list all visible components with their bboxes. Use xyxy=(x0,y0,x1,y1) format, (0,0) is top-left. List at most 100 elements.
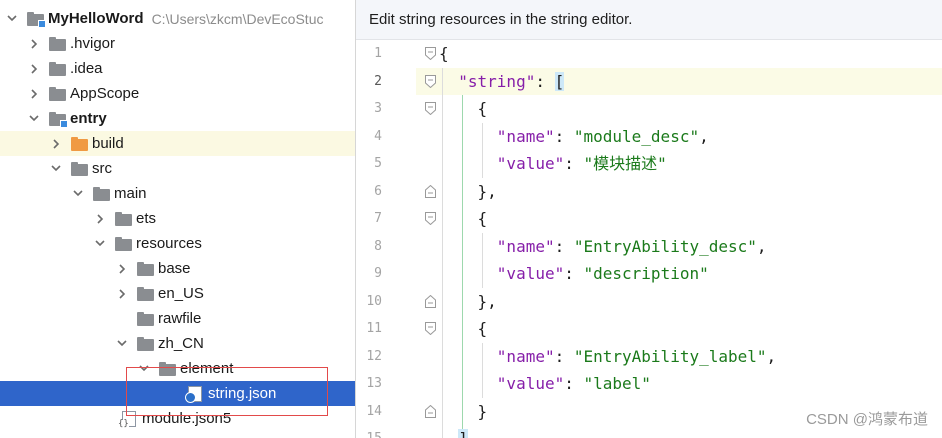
json-brace: { xyxy=(477,209,488,228)
tree-item-appscope[interactable]: AppScope xyxy=(0,81,355,106)
chevron-down-icon[interactable] xyxy=(138,363,150,375)
fold-close-icon[interactable] xyxy=(425,184,436,198)
json-brace: }, xyxy=(477,181,497,201)
code-line-14: } xyxy=(439,398,488,426)
tree-item-zh-cn[interactable]: zh_CN xyxy=(0,331,355,356)
line-number: 8 xyxy=(374,238,382,254)
chevron-down-icon[interactable] xyxy=(72,188,84,200)
line-number: 3 xyxy=(374,101,382,116)
code-editor[interactable]: 1 2 3 4 5 6 7 8 9 10 11 12 13 14 15 { "s… xyxy=(356,40,942,438)
module-folder-icon xyxy=(27,11,46,28)
code-line-15: ] xyxy=(439,425,468,438)
json-colon: : xyxy=(564,154,584,173)
line-number: 7 xyxy=(374,211,382,226)
json-key: "name" xyxy=(496,236,555,256)
json-string: "module_desc" xyxy=(573,126,700,146)
chevron-right-icon[interactable] xyxy=(28,88,40,100)
excluded-folder-icon xyxy=(71,136,88,151)
fold-open-icon[interactable] xyxy=(425,212,436,225)
line-number: 1 xyxy=(374,46,382,61)
tree-item-string-json[interactable]: string.json xyxy=(0,381,355,406)
json-string: "EntryAbility_desc" xyxy=(573,236,757,256)
tree-item-label: .hvigor xyxy=(70,35,116,52)
tree-item-label: entry xyxy=(70,110,107,127)
banner-text: Edit string resources in the string edit… xyxy=(369,11,633,28)
line-number: 10 xyxy=(366,293,382,309)
tree-item-label: resources xyxy=(136,235,202,252)
line-number: 14 xyxy=(366,403,382,419)
json-bracket: ] xyxy=(458,429,468,438)
chevron-right-icon[interactable] xyxy=(28,38,40,50)
folder-icon xyxy=(71,161,88,176)
json-string: "description" xyxy=(583,264,709,283)
fold-close-icon[interactable] xyxy=(425,404,436,418)
tree-item-label: base xyxy=(158,260,191,277)
tree-item-src[interactable]: src xyxy=(0,156,355,181)
tree-item-resources[interactable]: resources xyxy=(0,231,355,256)
tree-item-ets[interactable]: ets xyxy=(0,206,355,231)
json-brace: }, xyxy=(477,291,497,311)
tree-item-label: module.json5 xyxy=(142,410,232,427)
folder-icon xyxy=(115,236,132,251)
tree-item-rawfile[interactable]: rawfile xyxy=(0,306,355,331)
tree-item-label: ets xyxy=(136,210,157,227)
line-number: 13 xyxy=(366,376,382,391)
tree-item-idea[interactable]: .idea xyxy=(0,56,355,81)
chevron-right-icon[interactable] xyxy=(28,63,40,75)
line-number: 6 xyxy=(374,183,382,199)
code-line-9: "value": "description" xyxy=(439,260,709,288)
chevron-down-icon[interactable] xyxy=(28,113,40,125)
json-key: "name" xyxy=(496,126,555,146)
folder-icon xyxy=(49,36,66,51)
json-brace: { xyxy=(477,319,488,338)
module-folder-icon xyxy=(49,111,68,128)
code-line-4: "name": "module_desc", xyxy=(439,123,709,151)
chevron-right-icon[interactable] xyxy=(116,263,128,275)
tree-item-label: en_US xyxy=(158,285,204,302)
tree-item-element[interactable]: element xyxy=(0,356,355,381)
fold-open-icon[interactable] xyxy=(425,47,436,60)
tree-item-build[interactable]: build xyxy=(0,131,355,156)
json-brace: { xyxy=(439,44,449,63)
json-colon: : xyxy=(554,346,574,366)
folder-icon xyxy=(49,61,66,76)
chevron-down-icon[interactable] xyxy=(116,338,128,350)
tree-item-module-json5[interactable]: {} module.json5 xyxy=(0,406,355,431)
chevron-down-icon[interactable] xyxy=(6,13,18,25)
json-key: "string" xyxy=(458,71,536,91)
code-line-3: { xyxy=(439,95,488,123)
code-line-10: }, xyxy=(439,288,497,316)
json-key: "value" xyxy=(496,264,565,283)
tree-item-base[interactable]: base xyxy=(0,256,355,281)
tree-item-label: src xyxy=(92,160,112,177)
folder-icon xyxy=(49,86,66,101)
tree-item-label: main xyxy=(114,185,147,202)
chevron-right-icon[interactable] xyxy=(50,138,62,150)
json-key: "value" xyxy=(496,154,565,173)
folder-icon xyxy=(93,186,110,201)
fold-close-icon[interactable] xyxy=(425,294,436,308)
fold-open-icon[interactable] xyxy=(425,74,436,88)
json-string: "label" xyxy=(583,374,651,393)
code-line-1: { xyxy=(439,40,449,68)
fold-open-icon[interactable] xyxy=(425,322,436,335)
json-colon: : xyxy=(535,71,555,91)
tree-item-project-root[interactable]: MyHelloWord C:\Users\zkcm\DevEcoStuc xyxy=(0,6,355,31)
folder-icon xyxy=(137,336,154,351)
chevron-down-icon[interactable] xyxy=(50,163,62,175)
tree-item-entry[interactable]: entry xyxy=(0,106,355,131)
fold-open-icon[interactable] xyxy=(425,102,436,115)
tree-item-partial[interactable] xyxy=(0,431,355,438)
line-number: 2 xyxy=(374,73,382,89)
folder-icon xyxy=(159,361,176,376)
chevron-right-icon[interactable] xyxy=(94,213,106,225)
chevron-down-icon[interactable] xyxy=(94,238,106,250)
tree-item-main[interactable]: main xyxy=(0,181,355,206)
tree-item-label: element xyxy=(180,360,234,377)
tree-item-label: build xyxy=(92,135,124,152)
tree-item-en-us[interactable]: en_US xyxy=(0,281,355,306)
chevron-right-icon[interactable] xyxy=(116,288,128,300)
tree-item-label: AppScope xyxy=(70,85,140,102)
tree-item-hvigor[interactable]: .hvigor xyxy=(0,31,355,56)
json-colon: : xyxy=(554,236,574,256)
